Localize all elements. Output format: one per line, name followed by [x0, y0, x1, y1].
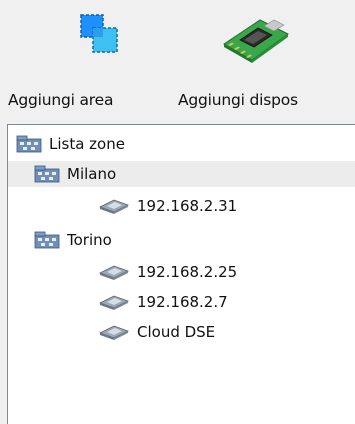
tree-node-label: Torino — [67, 231, 112, 249]
tree-node-label: Lista zone — [49, 135, 125, 153]
network-device-icon — [98, 199, 130, 214]
network-device-icon — [98, 325, 130, 340]
tree-node-root[interactable]: Lista zone — [16, 131, 125, 157]
add-area-icon — [80, 14, 118, 53]
add-device-label: Aggiungi dispos — [178, 91, 298, 109]
tree-node-zone-milano[interactable]: Milano — [34, 161, 116, 187]
network-zone-icon — [34, 165, 60, 183]
tree-node-label: Milano — [67, 165, 117, 183]
network-zone-icon — [34, 231, 60, 249]
tree-node-label: Cloud DSE — [137, 323, 216, 341]
network-zone-icon — [16, 135, 42, 153]
add-area-label: Aggiungi area — [8, 91, 114, 109]
add-area-button[interactable]: Aggiungi area — [0, 0, 178, 120]
tree-node-device[interactable]: Cloud DSE — [98, 319, 215, 345]
tree-node-label: 192.168.2.25 — [137, 263, 238, 281]
tree-node-device[interactable]: 192.168.2.25 — [98, 259, 237, 285]
toolbar: Aggiungi area Aggiungi dispos — [0, 0, 355, 122]
network-device-icon — [98, 295, 130, 310]
tree-node-label: 192.168.2.31 — [137, 197, 238, 215]
tree-node-label: 192.168.2.7 — [137, 293, 228, 311]
tree-node-zone-torino[interactable]: Torino — [34, 227, 112, 253]
add-device-button[interactable]: Aggiungi dispos — [178, 0, 355, 120]
tree-node-device[interactable]: 192.168.2.7 — [98, 289, 228, 315]
zone-tree[interactable]: Lista zone Milano 192.168.2.31 Torino 19… — [7, 124, 355, 424]
tree-node-device[interactable]: 192.168.2.31 — [98, 193, 237, 219]
network-device-icon — [98, 265, 130, 280]
network-card-icon — [223, 19, 289, 63]
